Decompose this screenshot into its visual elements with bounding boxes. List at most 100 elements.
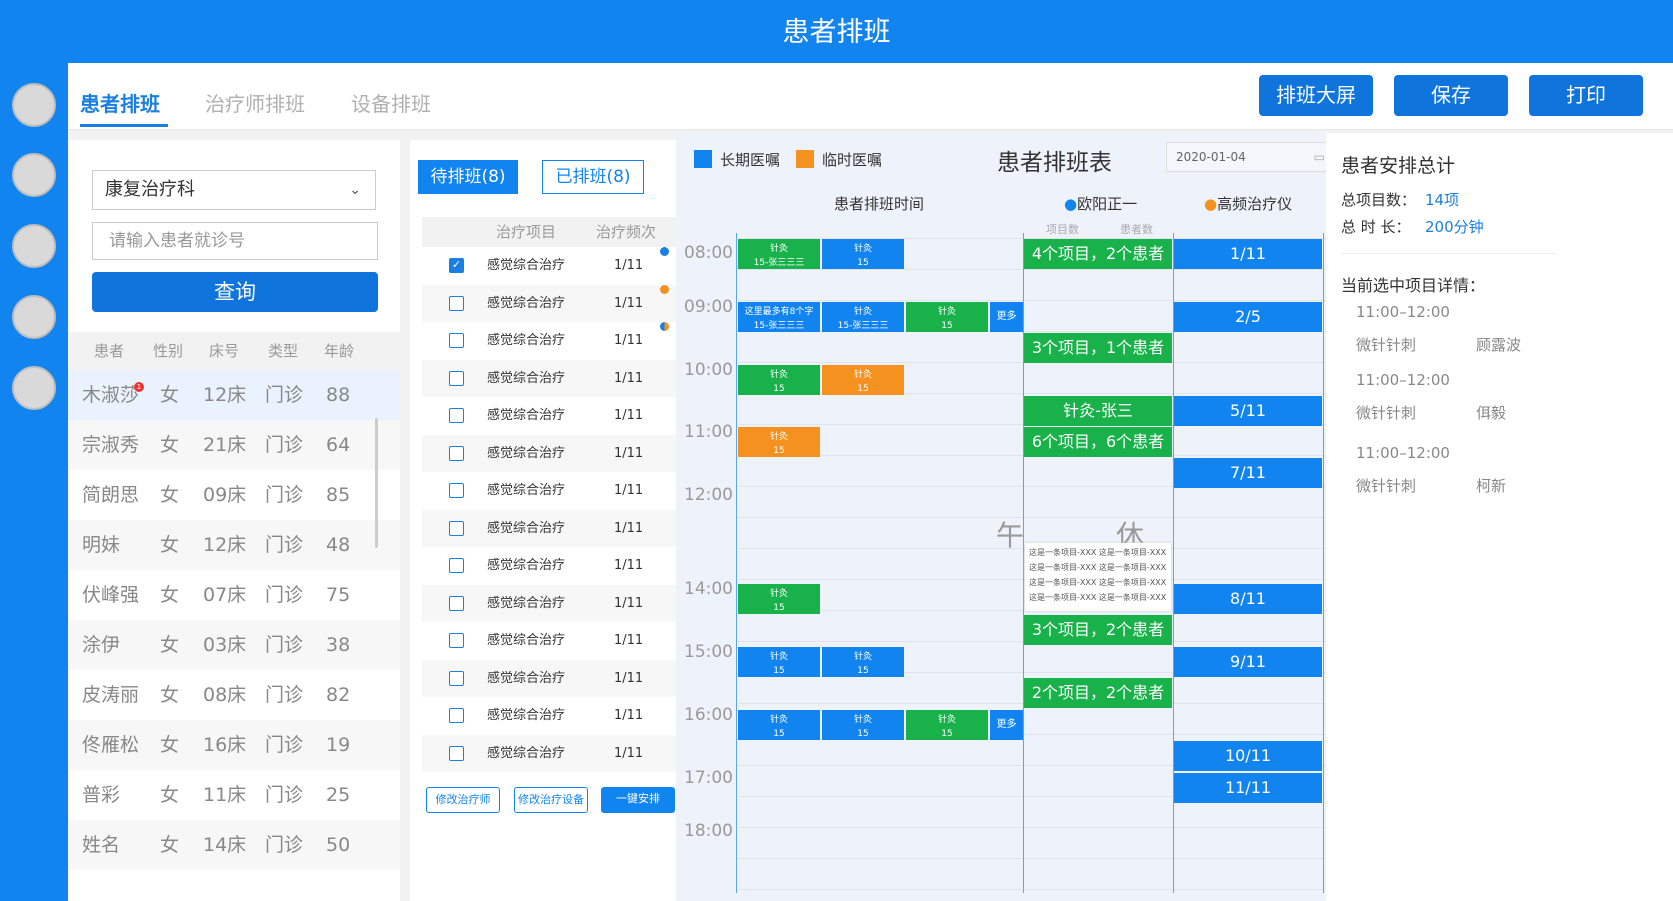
patient-row[interactable]: 宗淑秀女 21床 门诊 64 — [68, 420, 400, 470]
schedule-block[interactable]: 针灸 15 — [738, 710, 820, 740]
treatment-row[interactable]: 感觉综合治疗 1/11 — [422, 472, 684, 510]
date-picker[interactable]: 2020-01-04 ▭ — [1166, 142, 1326, 172]
status-dot — [660, 247, 669, 256]
device-slot[interactable]: 1/11 — [1174, 239, 1322, 269]
patient-row[interactable]: 涂伊 女 03床 门诊 38 — [68, 620, 400, 670]
device-slot[interactable]: 11/11 — [1174, 773, 1322, 803]
row-checkbox[interactable] — [449, 670, 464, 686]
schedule-block[interactable]: 这里最多有8个字 15-张三三三 — [738, 302, 820, 332]
patient-row[interactable]: 伏峰强女 07床 门诊 75 — [68, 570, 400, 620]
device-slot[interactable]: 9/11 — [1174, 647, 1322, 677]
nav-avatar-2[interactable] — [12, 153, 56, 197]
row-checkbox[interactable] — [449, 408, 464, 423]
device-slot[interactable]: 10/11 — [1174, 741, 1322, 771]
row-checkbox[interactable] — [449, 295, 464, 311]
block-text: 针灸 — [853, 715, 872, 725]
lunch-label-1: 午 — [996, 519, 1025, 552]
treatment-frequency: 1/11 — [614, 408, 644, 423]
one-click-schedule-button[interactable]: 一键安排 — [601, 787, 675, 813]
patient-name: 明妹 — [82, 534, 121, 556]
col-header-bed: 床号 — [209, 342, 240, 360]
department-select[interactable]: 康复治疗科 ⌄ — [92, 170, 376, 210]
nav-avatar-4[interactable] — [12, 295, 56, 339]
scheduled-tab-button[interactable]: 已排班(8) — [542, 160, 644, 194]
device-slot[interactable]: 5/11 — [1174, 396, 1322, 426]
row-checkbox[interactable] — [449, 708, 464, 723]
treatment-table-header: 治疗项目 治疗频次 — [422, 217, 684, 247]
treatment-row[interactable]: 感觉综合治疗 1/11 — [422, 622, 684, 660]
therapist-slot[interactable]: 3个项目，2个患者 — [1024, 615, 1172, 645]
patient-row[interactable]: 明妹 女 12床 门诊 48 — [68, 520, 400, 570]
print-button[interactable]: 打印 — [1529, 75, 1643, 116]
schedule-block[interactable]: 针灸 15 — [822, 365, 904, 395]
pending-tab-button[interactable]: 待排班(8) — [418, 160, 518, 194]
schedule-block[interactable]: 针灸 15 — [906, 302, 988, 332]
treatment-frequency: 1/11 — [614, 595, 644, 611]
schedule-block[interactable]: 针灸 15-张三三三 — [822, 302, 904, 332]
row-checkbox[interactable] — [449, 633, 464, 648]
tab-patient-schedule[interactable]: 患者排班 — [80, 88, 160, 117]
patient-row[interactable]: 皮涛丽女 08床 门诊 82 — [68, 670, 400, 720]
row-checkbox[interactable] — [449, 558, 464, 573]
device-slot[interactable]: 2/5 — [1174, 302, 1322, 332]
row-checkbox[interactable] — [449, 745, 464, 761]
more-button[interactable]: 更多 — [990, 302, 1023, 332]
treatment-row[interactable]: 感觉综合治疗 1/11 — [422, 697, 684, 735]
schedule-block[interactable]: 针灸 15 — [906, 710, 988, 740]
treatment-row[interactable]: 感觉综合治疗 1/11 — [422, 322, 684, 360]
patient-row[interactable]: 普彩 女 11床 门诊 25 — [68, 770, 400, 820]
nav-avatar-5[interactable] — [12, 366, 56, 410]
row-checkbox[interactable] — [449, 483, 464, 498]
row-checkbox[interactable] — [449, 520, 464, 536]
tab-therapist-schedule[interactable]: 治疗师排班 — [205, 88, 305, 117]
row-checkbox[interactable] — [449, 370, 464, 386]
schedule-block[interactable]: 针灸 15-张三三三 — [738, 239, 820, 269]
row-checkbox[interactable]: ✓ — [449, 258, 464, 273]
nav-avatar-3[interactable] — [12, 224, 56, 268]
schedule-block[interactable]: 针灸 15 — [738, 365, 820, 395]
schedule-block[interactable]: 针灸 15 — [738, 427, 820, 457]
device-slot[interactable]: 7/11 — [1174, 458, 1322, 488]
patient-id-input[interactable]: 请输入患者就诊号 — [92, 222, 378, 260]
row-checkbox[interactable] — [449, 333, 464, 348]
schedule-block[interactable]: 针灸 15 — [738, 584, 820, 614]
device-slot[interactable]: 8/11 — [1174, 584, 1322, 614]
patient-row[interactable]: 简朗思女 09床 门诊 85 — [68, 470, 400, 520]
query-button[interactable]: 查询 — [92, 272, 378, 312]
big-screen-button[interactable]: 排班大屏 — [1259, 75, 1373, 116]
nav-avatar-1[interactable] — [12, 83, 56, 127]
schedule-block[interactable]: 针灸 15 — [738, 647, 820, 677]
schedule-block[interactable]: 针灸 15 — [822, 710, 904, 740]
patient-row[interactable]: 佟雁松女 16床 门诊 19 — [68, 720, 400, 770]
treatment-row[interactable]: 感觉综合治疗 1/11 — [422, 359, 684, 397]
treatment-frequency: 1/11 — [614, 445, 644, 461]
therapist-slot[interactable]: 6个项目，6个患者 — [1024, 427, 1172, 457]
block-text: 15 — [941, 321, 953, 331]
treatment-row[interactable]: 感觉综合治疗 1/11 — [422, 284, 684, 322]
patient-row[interactable]: 木淑莎女 12床 门诊 88 1 — [68, 370, 400, 420]
patient-list-scrollbar[interactable] — [375, 418, 378, 548]
treatment-row[interactable]: 感觉综合治疗 1/11 — [422, 584, 684, 622]
patient-row[interactable]: 姓名 女 14床 门诊 50 — [68, 820, 400, 870]
treatment-row[interactable]: 感觉综合治疗 1/11 — [422, 397, 684, 435]
treatment-row[interactable]: 感觉综合治疗 1/11 — [422, 509, 684, 547]
treatment-row[interactable]: 感觉综合治疗 1/11 — [422, 734, 684, 772]
change-device-button[interactable]: 修改治疗设备 — [514, 787, 588, 813]
treatment-row[interactable]: ✓ 感觉综合治疗 1/11 — [422, 247, 684, 285]
treatment-row[interactable]: 感觉综合治疗 1/11 — [422, 434, 684, 472]
schedule-block[interactable]: 针灸 15 — [822, 647, 904, 677]
more-button[interactable]: 更多 — [990, 710, 1023, 740]
therapist-slot[interactable]: 2个项目，2个患者 — [1024, 678, 1172, 708]
schedule-block[interactable]: 针灸 15 — [822, 239, 904, 269]
therapist-slot[interactable]: 针灸-张三 — [1024, 396, 1172, 426]
row-checkbox[interactable] — [449, 595, 464, 611]
therapist-slot[interactable]: 4个项目，2个患者 — [1024, 239, 1172, 269]
therapist-slot[interactable]: 3个项目，1个患者 — [1024, 333, 1172, 363]
treatment-row[interactable]: 感觉综合治疗 1/11 — [422, 547, 684, 585]
row-checkbox[interactable] — [449, 445, 464, 461]
treatment-row[interactable]: 感觉综合治疗 1/11 — [422, 659, 684, 697]
tab-device-schedule[interactable]: 设备排班 — [351, 88, 431, 117]
change-therapist-button[interactable]: 修改治疗师 — [426, 787, 500, 813]
patient-name: 伏峰强 — [82, 584, 140, 606]
save-button[interactable]: 保存 — [1394, 75, 1508, 116]
